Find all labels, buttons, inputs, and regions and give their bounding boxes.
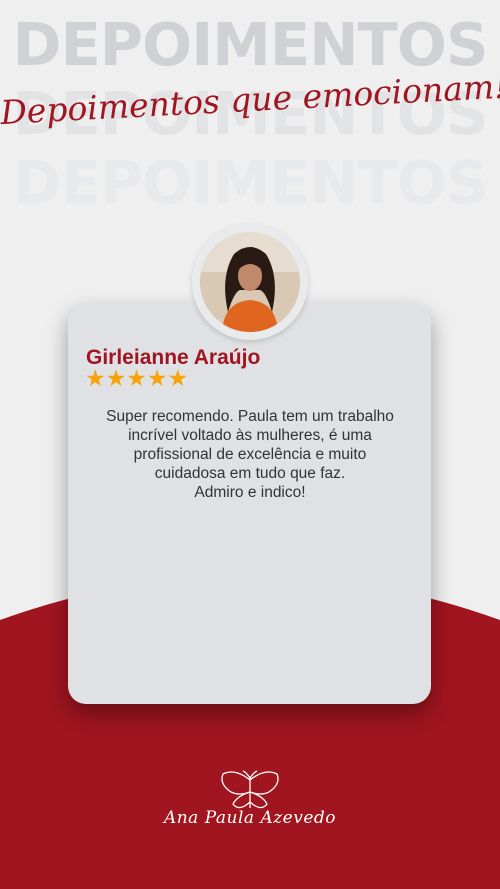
quote-line: Super recomendo. Paula tem um trabalho [106,408,394,425]
background-word: DEPOIMENTOS [12,148,489,217]
quote-line: Admiro e indico! [194,484,306,501]
quote-line: profissional de excelência e muito [133,446,367,463]
rating-stars: ★★★★★ [85,366,189,392]
quote-line: incrível voltado às mulheres, é uma [128,427,372,444]
testimonial-quote: Super recomendo. Paula tem um trabalho i… [76,407,424,502]
quote-line: cuidadosa em tudo que faz. [154,465,346,482]
background-word: DEPOIMENTOS [12,10,489,79]
brand-signature: Ana Paula Azevedo [163,808,337,828]
avatar [200,232,300,332]
